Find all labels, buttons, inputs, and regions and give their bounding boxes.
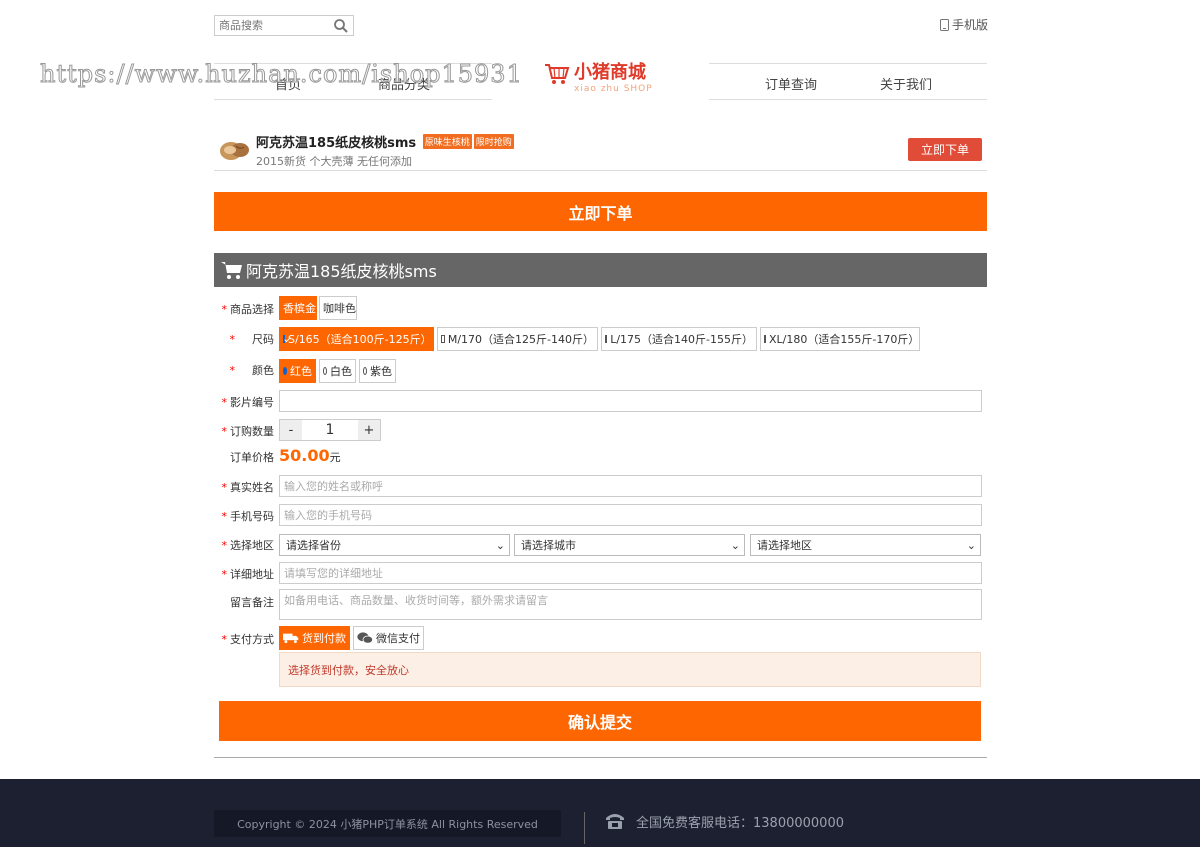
qty-minus-button[interactable]: - — [280, 420, 302, 440]
search-box[interactable] — [214, 15, 354, 36]
qty-plus-button[interactable]: + — [358, 420, 380, 440]
color-label: * 颜色 — [229, 364, 275, 377]
logo-text: 小猪商城 — [574, 62, 646, 83]
search-input[interactable] — [215, 16, 327, 35]
wechat-icon — [357, 632, 373, 644]
chevron-down-icon: ⌄ — [495, 538, 505, 552]
nav-item-about[interactable]: 关于我们 — [880, 74, 932, 93]
province-select[interactable]: 请选择省份 ⌄ — [279, 534, 510, 556]
color-option-purple[interactable]: 紫色 — [359, 359, 396, 383]
goods-option-coffee[interactable]: 咖啡色 — [319, 296, 357, 320]
film-label: * 影片编号 — [221, 396, 275, 409]
form-header: 阿克苏温185纸皮核桃sms — [214, 253, 987, 287]
region-label: * 选择地区 — [221, 539, 275, 552]
truck-icon — [283, 633, 299, 644]
hotline: 全国免费客服电话：13800000000 — [604, 811, 844, 831]
checkbox-icon — [605, 335, 608, 343]
address-input[interactable]: 请填写您的详细地址 — [279, 562, 982, 584]
city-select[interactable]: 请选择城市 ⌄ — [514, 534, 745, 556]
size-option-s[interactable]: S/165（适合100斤-125斤） — [279, 327, 434, 351]
nav-divider-bottom-left — [214, 99, 492, 100]
watermark: https://www.huzhan.com/ishop15931 — [40, 60, 523, 89]
submit-button[interactable]: 确认提交 — [219, 701, 981, 741]
color-option-white[interactable]: 白色 — [319, 359, 356, 383]
order-price: 50.00元 — [279, 446, 341, 465]
nav-divider-bottom-right — [709, 99, 987, 100]
product-title: 阿克苏温185纸皮核桃sms 原味生核桃 限时抢购 — [256, 132, 514, 151]
footer-divider — [584, 812, 585, 844]
pay-option-cod[interactable]: 货到付款 — [279, 626, 350, 650]
qty-value[interactable]: 1 — [302, 420, 358, 440]
footer: Copyright © 2024 小猪PHP订单系统 All Rights Re… — [0, 779, 1200, 847]
remark-label: 留言备注 — [230, 596, 274, 609]
product-subtitle: 2015新货 个大壳薄 无任何添加 — [256, 155, 412, 168]
logo[interactable]: 小猪商城 xiao zhu SHOP — [544, 62, 653, 94]
hotline-number: 13800000000 — [753, 815, 844, 831]
goods-option-champagne[interactable]: 香槟金 — [279, 296, 317, 320]
name-label: * 真实姓名 — [221, 481, 275, 494]
size-option-l[interactable]: L/175（适合140斤-155斤） — [601, 327, 757, 351]
price-value: 50.00 — [279, 446, 330, 465]
order-now-bar[interactable]: 立即下单 — [214, 192, 987, 231]
phone-label: * 手机号码 — [221, 510, 275, 523]
address-label: * 详细地址 — [221, 568, 275, 581]
mobile-version-label: 手机版 — [952, 18, 989, 32]
checkbox-icon — [283, 335, 285, 343]
form-header-title: 阿克苏温185纸皮核桃sms — [246, 262, 437, 281]
pay-label: * 支付方式 — [221, 633, 275, 646]
nav-item-order-query[interactable]: 订单查询 — [765, 74, 817, 93]
mobile-version-link[interactable]: 手机版 — [940, 16, 988, 33]
nav-divider-top-right — [709, 63, 987, 64]
size-option-m[interactable]: M/170（适合125斤-140斤） — [437, 327, 598, 351]
price-label: 订单价格 — [230, 451, 274, 464]
hotline-label: 全国免费客服电话： — [636, 815, 754, 831]
copyright: Copyright © 2024 小猪PHP订单系统 All Rights Re… — [214, 810, 561, 837]
qty-label: * 订购数量 — [221, 425, 275, 438]
checkbox-icon — [441, 335, 445, 343]
goods-label: * 商品选择 — [221, 303, 275, 316]
cart-icon — [221, 262, 242, 279]
radio-icon — [363, 367, 367, 375]
radio-icon — [283, 367, 287, 375]
name-input[interactable]: 输入您的姓名或称呼 — [279, 475, 982, 497]
walnut-image — [220, 142, 249, 160]
submit-divider — [214, 757, 987, 758]
size-option-xl[interactable]: XL/180（适合155斤-170斤） — [760, 327, 920, 351]
telephone-icon — [606, 814, 624, 829]
quantity-stepper[interactable]: - 1 + — [279, 419, 381, 441]
search-icon[interactable] — [333, 18, 349, 34]
pay-notice: 选择货到付款，安全放心 — [279, 652, 981, 687]
shopping-cart-icon — [545, 64, 570, 84]
pay-option-wechat[interactable]: 微信支付 — [353, 626, 424, 650]
product-tag: 限时抢购 — [473, 134, 514, 149]
remark-textarea[interactable]: 如备用电话、商品数量、收货时间等，额外需求请留言 — [279, 589, 982, 620]
checkbox-icon — [764, 335, 766, 343]
order-now-button-small[interactable]: 立即下单 — [908, 138, 982, 161]
size-label: * 尺码 — [229, 333, 275, 346]
radio-icon — [323, 367, 327, 375]
product-tag: 原味生核桃 — [422, 134, 472, 149]
logo-subtext: xiao zhu SHOP — [574, 84, 653, 94]
phone-icon — [940, 18, 949, 31]
product-strip: 阿克苏温185纸皮核桃sms 原味生核桃 限时抢购 2015新货 个大壳薄 无任何… — [214, 128, 987, 171]
price-unit: 元 — [329, 451, 341, 464]
color-option-red[interactable]: 红色 — [279, 359, 316, 383]
phone-input[interactable]: 输入您的手机号码 — [279, 504, 982, 526]
chevron-down-icon: ⌄ — [730, 538, 740, 552]
product-title-text: 阿克苏温185纸皮核桃sms — [256, 136, 417, 151]
film-number-input[interactable] — [279, 390, 982, 412]
chevron-down-icon: ⌄ — [966, 538, 976, 552]
district-select[interactable]: 请选择地区 ⌄ — [750, 534, 981, 556]
